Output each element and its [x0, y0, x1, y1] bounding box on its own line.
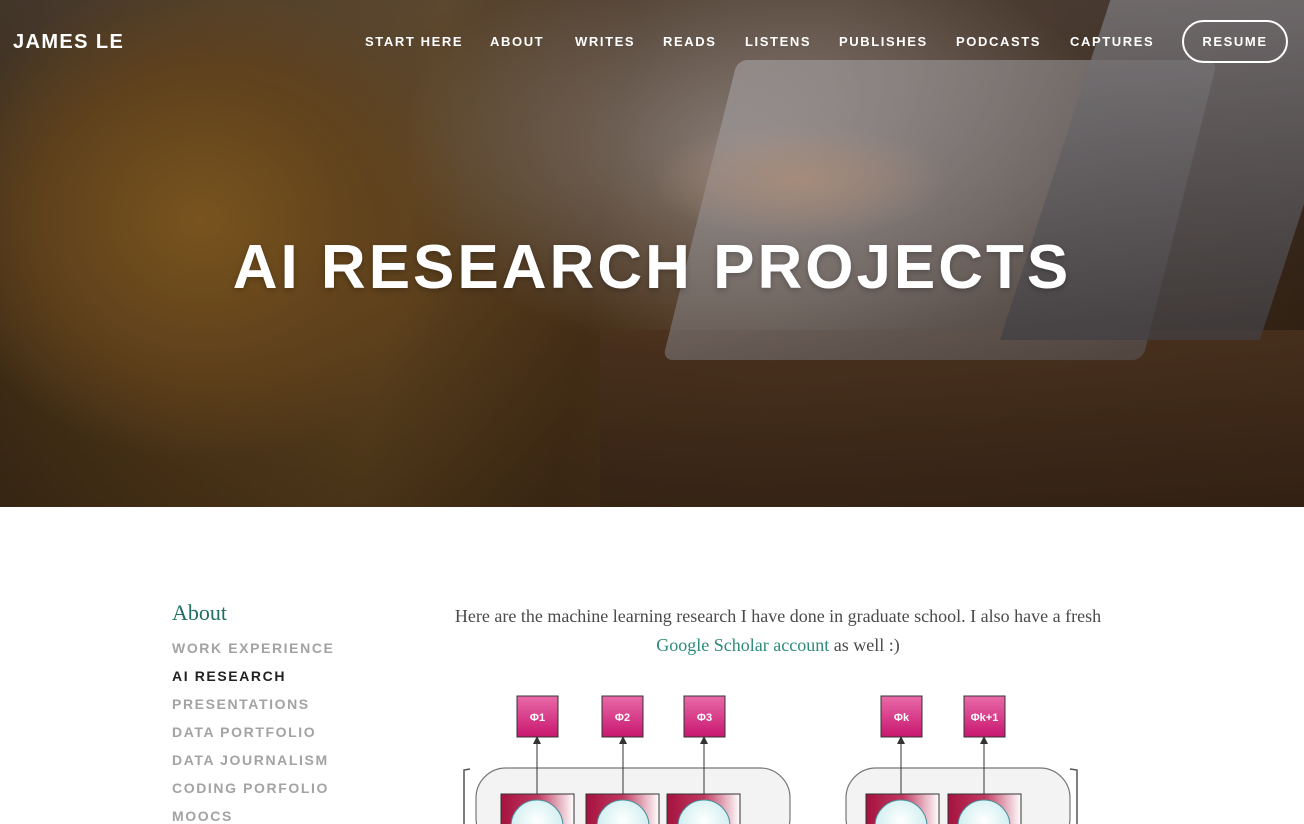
diagram-label-phik: Φk — [880, 695, 923, 738]
diagram-label-phi3: Φ3 — [683, 695, 726, 738]
nav-captures[interactable]: CAPTURES — [1070, 34, 1154, 49]
sidebar-item-data-portfolio[interactable]: DATA PORTFOLIO — [172, 718, 412, 746]
svg-text:Φ2: Φ2 — [615, 712, 630, 724]
svg-text:Φ3: Φ3 — [697, 712, 712, 724]
svg-text:Φk: Φk — [894, 712, 910, 724]
research-diagram: Φ1 Φ2 Φ3 Φk Φk+1 — [463, 695, 1078, 824]
diagram-label-phi1: Φ1 — [516, 695, 559, 738]
intro-text-end: as well :) — [829, 635, 900, 655]
diagram-bracket-right — [1069, 768, 1078, 824]
nav-listens[interactable]: LISTENS — [745, 34, 811, 49]
nav-start-here[interactable]: START HERE — [365, 34, 463, 49]
diagram-node-k — [865, 793, 940, 824]
google-scholar-link[interactable]: Google Scholar account — [656, 635, 829, 655]
intro-text: Here are the machine learning research I… — [454, 606, 1102, 626]
nav-writes[interactable]: WRITES — [575, 34, 635, 49]
nav-publishes[interactable]: PUBLISHES — [839, 34, 928, 49]
hero-banner: JAMES LE START HERE ABOUT WRITES READS L… — [0, 0, 1304, 507]
main-nav: START HERE ABOUT WRITES READS LISTENS PU… — [0, 34, 1304, 50]
sidebar-item-data-journalism[interactable]: DATA JOURNALISM — [172, 746, 412, 774]
nav-podcasts[interactable]: PODCASTS — [956, 34, 1041, 49]
svg-text:Φ1: Φ1 — [530, 712, 545, 724]
diagram-label-phik1: Φk+1 — [963, 695, 1006, 738]
svg-text:Φk+1: Φk+1 — [971, 712, 999, 724]
diagram-node-2 — [585, 793, 660, 824]
diagram-bracket-left — [463, 768, 471, 824]
diagram-node-1 — [500, 793, 575, 824]
sidebar-item-work-experience[interactable]: WORK EXPERIENCE — [172, 634, 412, 662]
resume-button[interactable]: RESUME — [1182, 20, 1288, 63]
nav-about[interactable]: ABOUT — [490, 34, 544, 49]
sidebar: About WORK EXPERIENCE AI RESEARCH PRESEN… — [172, 600, 412, 824]
page-title: AI RESEARCH PROJECTS — [232, 233, 1072, 302]
sidebar-item-ai-research[interactable]: AI RESEARCH — [172, 662, 412, 690]
diagram-node-k1 — [947, 793, 1022, 824]
sidebar-item-coding-porfolio[interactable]: CODING PORFOLIO — [172, 774, 412, 802]
nav-reads[interactable]: READS — [663, 34, 717, 49]
diagram-label-phi2: Φ2 — [601, 695, 644, 738]
diagram-node-3 — [666, 793, 741, 824]
sidebar-heading[interactable]: About — [172, 600, 412, 626]
sidebar-item-moocs[interactable]: MOOCS — [172, 802, 412, 824]
intro-paragraph: Here are the machine learning research I… — [432, 602, 1124, 660]
sidebar-item-presentations[interactable]: PRESENTATIONS — [172, 690, 412, 718]
